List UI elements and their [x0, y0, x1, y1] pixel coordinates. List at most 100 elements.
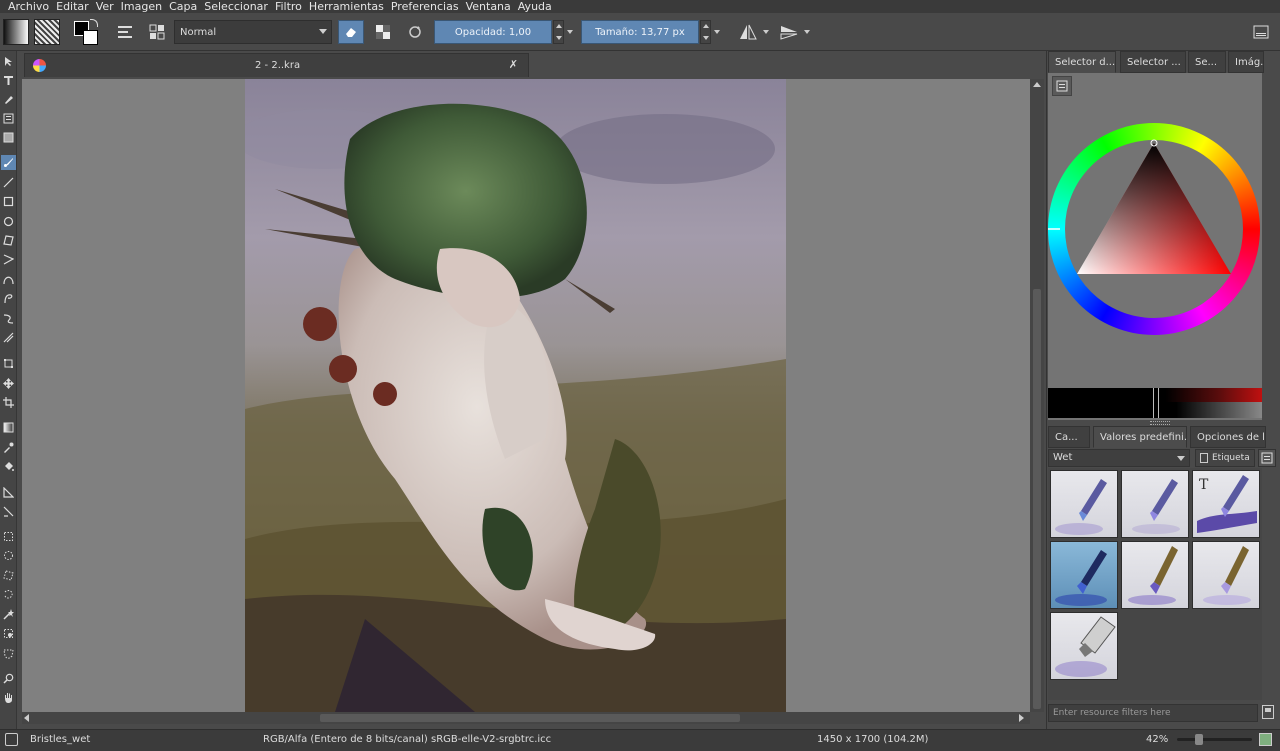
brush-preset-thumbnail-selected[interactable] [1050, 541, 1118, 609]
size-spinner[interactable] [700, 20, 711, 44]
document-tab[interactable]: 2 - 2..kra ✗ [24, 53, 529, 77]
docker-scrollbar[interactable] [1262, 73, 1276, 420]
rectangular-selection-tool-icon[interactable] [1, 529, 16, 544]
line-tool-icon[interactable] [1, 175, 16, 190]
move-tool-icon[interactable] [1, 376, 16, 391]
brush-preset-status-icon[interactable] [5, 733, 18, 746]
eraser-mode-button[interactable] [338, 20, 364, 44]
menu-preferencias[interactable]: Preferencias [389, 0, 464, 13]
brush-presets-icon[interactable] [144, 19, 170, 45]
saturation-value-triangle[interactable] [1048, 123, 1260, 335]
transform-tool-icon[interactable] [1, 356, 16, 371]
tab-tool-options[interactable]: Opciones de la ... [1190, 426, 1266, 448]
reload-preset-icon[interactable] [402, 19, 428, 45]
crop-tool-icon[interactable] [1, 395, 16, 410]
horizontal-scroll-thumb[interactable] [320, 714, 740, 722]
brush-preset-thumbnail[interactable]: T [1192, 470, 1260, 538]
elliptical-selection-tool-icon[interactable] [1, 548, 16, 563]
artwork-canvas[interactable] [245, 79, 786, 712]
toolbar-menu-icon[interactable] [1248, 19, 1274, 45]
tab-images[interactable]: Imág... [1228, 51, 1264, 73]
gradient-selector[interactable] [3, 19, 29, 45]
dynamic-brush-tool-icon[interactable] [1, 311, 16, 326]
polygon-tool-icon[interactable] [1, 233, 16, 248]
advanced-color-selector[interactable] [1048, 73, 1262, 420]
preset-view-options-icon[interactable] [1258, 449, 1276, 467]
horizontal-mirror-icon[interactable] [735, 19, 761, 45]
chevron-down-icon[interactable] [714, 30, 720, 34]
rectangle-tool-icon[interactable] [1, 194, 16, 209]
menu-ventana[interactable]: Ventana [464, 0, 516, 13]
menu-seleccionar[interactable]: Seleccionar [202, 0, 273, 13]
docker-splitter[interactable] [1150, 421, 1170, 425]
tag-filter-select[interactable]: Wet [1048, 449, 1190, 467]
background-color[interactable] [83, 30, 98, 45]
menu-ver[interactable]: Ver [94, 0, 119, 13]
color-sampler-tool-icon[interactable] [1, 440, 16, 455]
scroll-left-arrow[interactable] [24, 714, 29, 722]
freehand-selection-tool-icon[interactable] [1, 587, 16, 602]
tab-brush-presets[interactable]: Valores predefini... [1093, 426, 1187, 448]
tag-button[interactable]: Etiqueta [1195, 449, 1255, 467]
polygonal-selection-tool-icon[interactable] [1, 568, 16, 583]
assistant-tool-icon[interactable] [1, 504, 16, 519]
text-tool-icon[interactable] [1, 73, 16, 88]
freehand-brush-tool-icon[interactable] [1, 155, 16, 170]
bezier-selection-tool-icon[interactable] [1, 646, 16, 661]
brush-preset-thumbnail[interactable] [1192, 541, 1260, 609]
pan-tool-icon[interactable] [1, 690, 16, 705]
edit-brush-settings-icon[interactable] [112, 19, 138, 45]
tab-color-selector[interactable]: Selector ... [1120, 51, 1186, 73]
vertical-mirror-icon[interactable] [776, 19, 802, 45]
menu-editar[interactable]: Editar [54, 0, 94, 13]
resource-filter-input[interactable]: Enter resource filters here [1048, 704, 1258, 722]
zoom-slider[interactable] [1177, 734, 1252, 745]
brush-preset-thumbnail[interactable] [1121, 470, 1189, 538]
similar-color-selection-tool-icon[interactable] [1, 626, 16, 641]
canvas-only-toggle-icon[interactable] [1259, 733, 1272, 746]
calligraphy-tool-icon[interactable] [1, 111, 16, 126]
swap-colors-icon[interactable] [90, 19, 98, 27]
zoom-slider-handle[interactable] [1195, 734, 1203, 745]
close-document-icon[interactable]: ✗ [509, 58, 518, 71]
edit-shapes-tool-icon[interactable] [1, 92, 16, 107]
tab-color-selector-advanced[interactable]: Selector d... [1048, 51, 1116, 73]
opacity-slider[interactable]: Opacidad: 1,00 [434, 20, 552, 44]
tab-selector-short[interactable]: Se... [1188, 51, 1226, 73]
menu-filtro[interactable]: Filtro [273, 0, 307, 13]
brush-preset-thumbnail[interactable] [1050, 612, 1118, 680]
gradient-tool-icon[interactable] [1, 420, 16, 435]
chevron-down-icon[interactable] [763, 30, 769, 34]
vertical-scroll-thumb[interactable] [1033, 289, 1041, 709]
freehand-path-tool-icon[interactable] [1, 291, 16, 306]
save-preset-icon[interactable] [1262, 705, 1274, 719]
brush-preset-thumbnail[interactable] [1121, 541, 1189, 609]
menu-capa[interactable]: Capa [167, 0, 202, 13]
polyline-tool-icon[interactable] [1, 252, 16, 267]
select-shapes-tool-icon[interactable] [1, 54, 16, 69]
menu-archivo[interactable]: Archivo [6, 0, 54, 13]
pattern-selector[interactable] [34, 19, 60, 45]
pattern-edit-tool-icon[interactable] [1, 130, 16, 145]
color-history-bar[interactable] [1048, 388, 1262, 418]
horizontal-scrollbar[interactable] [22, 712, 1030, 724]
size-slider[interactable]: Tamaño: 13,77 px [581, 20, 699, 44]
ellipse-tool-icon[interactable] [1, 214, 16, 229]
preserve-alpha-icon[interactable] [370, 19, 396, 45]
fill-tool-icon[interactable] [1, 459, 16, 474]
multibrush-tool-icon[interactable] [1, 330, 16, 345]
contiguous-selection-tool-icon[interactable] [1, 607, 16, 622]
menu-ayuda[interactable]: Ayuda [516, 0, 557, 13]
blend-mode-select[interactable]: Normal [174, 20, 332, 44]
scroll-up-arrow[interactable] [1033, 82, 1041, 87]
color-swatch-widget[interactable] [72, 19, 100, 47]
opacity-spinner[interactable] [553, 20, 564, 44]
tab-layers-short[interactable]: Ca... [1048, 426, 1090, 448]
measure-tool-icon[interactable] [1, 485, 16, 500]
bezier-tool-icon[interactable] [1, 272, 16, 287]
vertical-scrollbar[interactable] [1030, 79, 1044, 712]
brush-preset-thumbnail[interactable] [1050, 470, 1118, 538]
chevron-down-icon[interactable] [567, 30, 573, 34]
menu-imagen[interactable]: Imagen [119, 0, 167, 13]
color-selector-settings-icon[interactable] [1052, 76, 1072, 96]
